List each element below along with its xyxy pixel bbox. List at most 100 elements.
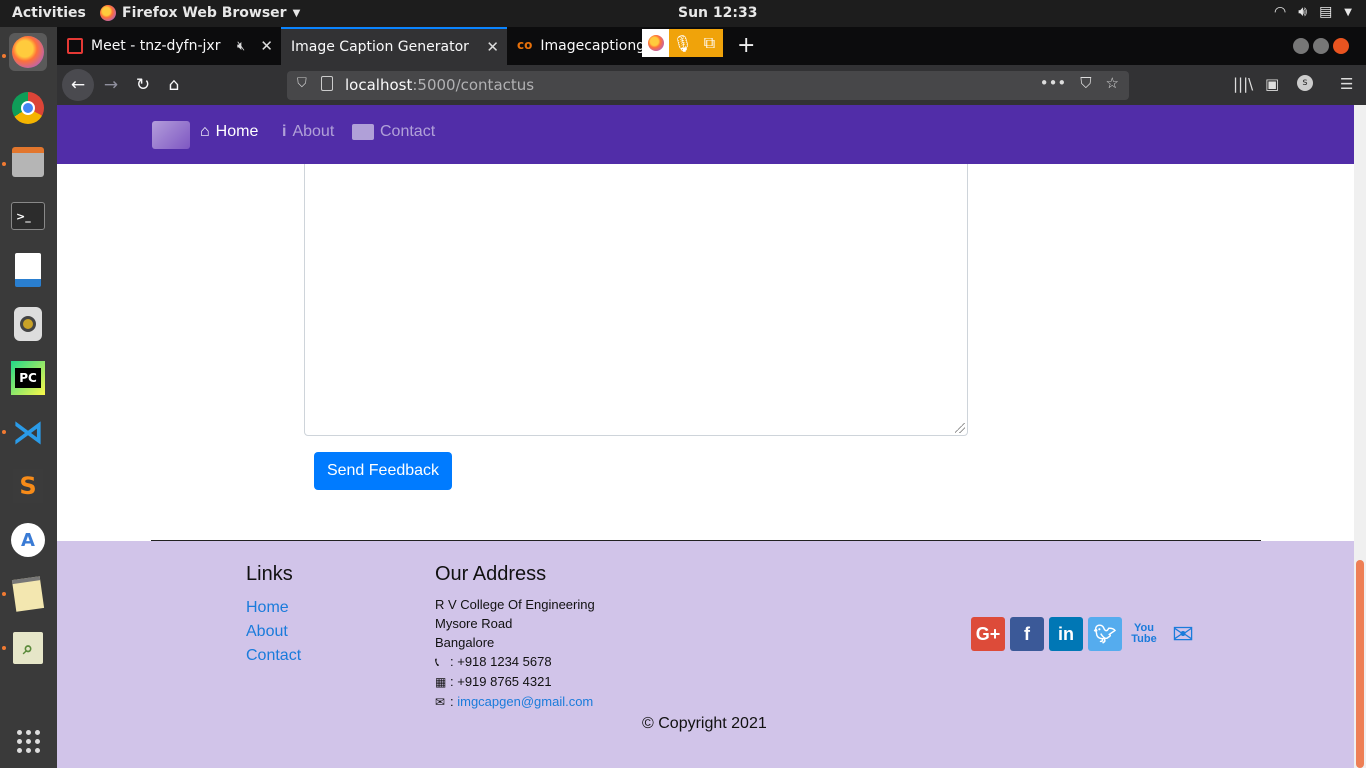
new-tab-button[interactable]: +	[737, 33, 755, 58]
back-button[interactable]: ←	[62, 69, 94, 101]
tab-meet[interactable]: Meet - tnz-dyfn-jxr 🔇︎ ✕	[57, 27, 281, 65]
hamburger-menu-icon[interactable]: ☰	[1340, 75, 1353, 93]
linkedin-icon[interactable]: in	[1049, 617, 1083, 651]
minimize-button[interactable]	[1293, 38, 1309, 54]
twitter-icon[interactable]: 🐦︎	[1088, 617, 1122, 651]
email-icon[interactable]: ✉	[1166, 617, 1200, 651]
meet-icon	[67, 38, 83, 54]
dock-sublime-text[interactable]: S	[9, 467, 47, 505]
fax-icon: ▦	[435, 675, 447, 689]
page-scrollbar[interactable]	[1354, 105, 1366, 768]
nav-about[interactable]: i About	[282, 123, 334, 141]
copyright-text: © Copyright 2021	[642, 715, 767, 732]
dock-files[interactable]	[9, 143, 47, 181]
app-grid-icon	[16, 729, 40, 753]
pocket-icon[interactable]: ⛉	[1080, 74, 1091, 92]
site-navbar: ⌂ Home i About Contact	[57, 105, 1354, 164]
info-icon: i	[282, 123, 287, 140]
sublime-icon: S	[13, 469, 43, 503]
app-menu-label: Firefox Web Browser	[122, 5, 287, 21]
dock-text-editor[interactable]	[9, 575, 47, 613]
firefox-icon	[12, 36, 44, 68]
footer-link-about[interactable]: About	[246, 620, 301, 644]
more-actions-icon[interactable]: •••	[1040, 74, 1067, 92]
dock-chrome[interactable]	[9, 89, 47, 127]
firefox-icon	[100, 5, 116, 21]
close-window-button[interactable]	[1333, 38, 1349, 54]
maximize-button[interactable]	[1313, 38, 1329, 54]
nav-contact-label: Contact	[380, 123, 436, 140]
reload-button[interactable]: ↻	[129, 71, 157, 99]
google-plus-icon[interactable]: G+	[971, 617, 1005, 651]
clock[interactable]: Sun 12:33	[678, 5, 757, 21]
system-top-bar: Activities Firefox Web Browser ▼ Sun 12:…	[0, 0, 1366, 27]
sidebar-icon[interactable]: ▣	[1265, 75, 1279, 93]
footer-links: Home About Contact	[246, 596, 301, 668]
facebook-icon[interactable]: f	[1010, 617, 1044, 651]
dock-pycharm[interactable]: PC	[9, 359, 47, 397]
footer-link-home[interactable]: Home	[246, 596, 301, 620]
links-heading: Links	[246, 563, 293, 585]
forward-button[interactable]: →	[97, 71, 125, 99]
nav-contact[interactable]: Contact	[352, 123, 435, 141]
site-logo[interactable]	[152, 121, 190, 149]
feedback-textarea[interactable]	[304, 155, 968, 436]
home-button[interactable]: ⌂	[160, 71, 188, 99]
pycharm-label: PC	[15, 368, 41, 388]
close-icon[interactable]: ✕	[486, 38, 499, 56]
resize-handle[interactable]	[955, 423, 965, 433]
dock-gedit-tool[interactable]: ⌕	[9, 629, 47, 667]
email-link[interactable]: imgcapgen@gmail.com	[457, 694, 593, 709]
browser-nav-bar: ← → ↻ ⌂ ⛉ localhost:5000/contactus ••• ⛉…	[57, 65, 1366, 105]
footer-link-contact[interactable]: Contact	[246, 644, 301, 668]
running-indicator	[2, 162, 6, 166]
tab-imagecaptiongen[interactable]: co Imagecaptionge	[507, 27, 647, 65]
sharing-indicator[interactable]: 🎙︎ ⧉	[642, 29, 723, 57]
bookmark-star-icon[interactable]: ☆	[1106, 74, 1119, 92]
scrollbar-thumb[interactable]	[1356, 560, 1364, 768]
dock-terminal[interactable]: >_	[9, 197, 47, 235]
web-page: Send Feedback Links Home About Contact O…	[57, 105, 1354, 768]
dock-libreoffice-writer[interactable]	[9, 251, 47, 289]
fax-line: ▦: +919 8765 4321	[435, 672, 595, 692]
phone-icon: 📞︎	[435, 655, 440, 669]
send-feedback-button[interactable]: Send Feedback	[314, 452, 452, 490]
account-icon[interactable]: s	[1297, 75, 1313, 91]
library-icon[interactable]: |||\	[1233, 75, 1253, 93]
nav-home[interactable]: ⌂ Home	[200, 123, 258, 141]
muted-speaker-icon[interactable]: 🔇︎	[237, 39, 245, 54]
colab-icon: co	[517, 38, 533, 52]
tab-label: Imagecaptionge	[540, 38, 647, 54]
dock-vscode[interactable]: ⋊	[9, 413, 47, 451]
home-icon: ⌂	[168, 75, 180, 95]
address-line: Mysore Road	[435, 616, 513, 631]
dock-firefox[interactable]	[9, 33, 47, 71]
activities-button[interactable]: Activities	[12, 5, 86, 21]
firefox-icon	[642, 29, 669, 57]
dock-rhythmbox[interactable]	[9, 305, 47, 343]
app-menu[interactable]: Firefox Web Browser ▼	[100, 5, 300, 21]
dock: >_ PC ⋊ S A ⌕	[0, 27, 57, 768]
address-line: R V College Of Engineering	[435, 597, 595, 612]
home-icon: ⌂	[200, 123, 210, 140]
screen-share-icon: ⧉	[696, 29, 723, 57]
close-icon[interactable]: ✕	[260, 37, 273, 55]
tab-label: Image Caption Generator	[291, 39, 469, 55]
arrow-left-icon: ←	[70, 75, 86, 95]
volume-icon: 🔊︎	[1298, 4, 1308, 20]
site-footer: Links Home About Contact Our Address R V…	[57, 541, 1354, 768]
show-applications-button[interactable]	[9, 722, 47, 760]
url-bar[interactable]: ⛉ localhost:5000/contactus ••• ⛉ ☆	[287, 71, 1129, 100]
system-tray[interactable]: ◠ 🔊︎ ▤ ▼	[1274, 4, 1352, 20]
youtube-icon[interactable]: You Tube	[1127, 617, 1161, 651]
vscode-icon: ⋊	[12, 413, 44, 451]
phone-line: 📞︎: +918 1234 5678	[435, 652, 595, 672]
tab-image-caption-generator[interactable]: Image Caption Generator ✕	[281, 27, 507, 65]
address-block: R V College Of Engineering Mysore Road B…	[435, 595, 595, 712]
url-text: localhost:5000/contactus	[345, 76, 535, 94]
running-indicator	[2, 646, 6, 650]
dock-android-studio[interactable]: A	[9, 521, 47, 559]
running-indicator	[2, 592, 6, 596]
chrome-icon	[12, 92, 44, 124]
address-line: Bangalore	[435, 635, 495, 650]
